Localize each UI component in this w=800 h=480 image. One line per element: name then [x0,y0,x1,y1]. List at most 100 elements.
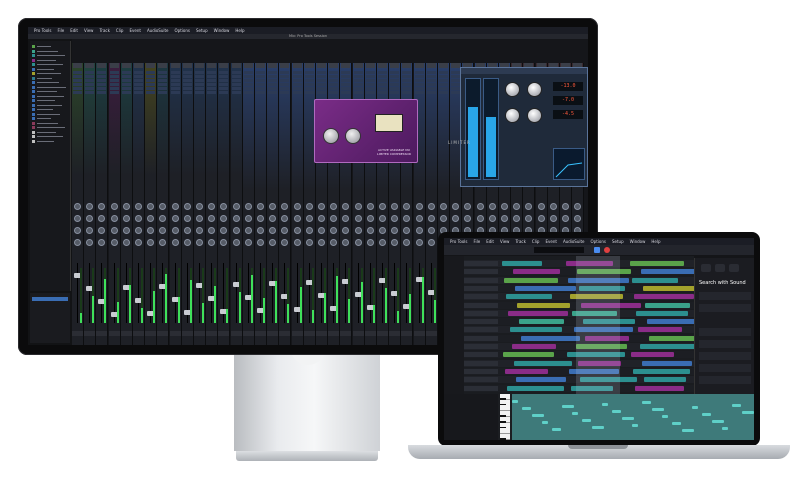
audio-clip[interactable] [644,377,686,383]
pan-knob[interactable] [488,203,496,210]
insert-slot[interactable] [426,87,436,90]
pan-knob[interactable] [135,227,142,234]
pan-knob[interactable] [220,215,228,222]
pan-knob[interactable] [330,203,338,210]
pan-knob[interactable] [476,203,484,210]
insert-slot[interactable] [390,75,400,78]
midi-note[interactable] [732,404,741,407]
pan-knob[interactable] [183,203,191,210]
insert-slot[interactable] [182,83,192,86]
insert-slot[interactable] [329,71,339,74]
insert-slot[interactable] [207,79,217,82]
pan-knob[interactable] [354,239,362,246]
insert-slot[interactable] [268,75,278,78]
channel-strip[interactable] [145,63,158,345]
pan-knob[interactable] [293,203,301,210]
audio-clip[interactable] [645,302,690,308]
pan-knob[interactable] [171,203,179,210]
insert-slot[interactable] [402,79,412,82]
result-item[interactable] [699,364,751,372]
track-header[interactable] [464,377,498,383]
channel-strip[interactable] [206,63,219,345]
menu-item[interactable]: Track [515,239,525,244]
pan-knob[interactable] [74,227,81,234]
track-list-row[interactable] [32,135,68,138]
track-list-row[interactable] [32,58,68,62]
pan-knob[interactable] [354,203,362,210]
midi-note[interactable] [562,405,574,408]
insert-slot[interactable] [280,91,290,94]
pan-knob[interactable] [183,227,191,234]
insert-slot[interactable] [402,75,412,78]
insert-slot[interactable] [402,83,412,86]
pan-knob[interactable] [110,215,118,222]
ratio-knob[interactable] [505,108,520,123]
insert-slot[interactable] [109,71,119,74]
audio-clip[interactable] [508,310,568,316]
insert-slot[interactable] [121,87,131,90]
insert-slot[interactable] [280,71,290,74]
pan-knob[interactable] [86,215,94,222]
pan-knob[interactable] [525,203,533,210]
insert-slot[interactable] [439,91,448,94]
insert-slot[interactable] [231,71,241,74]
insert-slot[interactable] [329,83,339,86]
track-list-row[interactable] [32,85,68,89]
midi-note[interactable] [702,413,711,416]
track-header[interactable] [464,285,498,291]
insert-slot[interactable] [134,71,143,74]
pan-knob[interactable] [98,227,106,234]
channel-strip[interactable] [120,63,133,345]
insert-slot[interactable] [378,91,387,94]
panel-tab-2[interactable] [715,264,725,272]
midi-note[interactable] [742,411,754,414]
pan-knob[interactable] [110,227,118,234]
insert-slot[interactable] [195,91,204,94]
insert-slot[interactable] [219,71,229,74]
insert-slot[interactable] [109,75,119,78]
insert-slot[interactable] [304,83,314,86]
pan-knob[interactable] [549,203,557,210]
pan-knob[interactable] [269,203,277,210]
insert-slot[interactable] [414,83,424,86]
insert-slot[interactable] [231,83,241,86]
insert-slot[interactable] [426,75,436,78]
insert-slot[interactable] [207,91,217,94]
audio-clip[interactable] [519,319,564,325]
channel-strip[interactable] [181,63,194,345]
insert-slot[interactable] [134,83,143,86]
insert-slot[interactable] [451,91,461,94]
insert-slot[interactable] [304,87,314,90]
insert-slot[interactable] [256,91,265,94]
insert-slot[interactable] [426,83,436,86]
insert-slot[interactable] [341,87,351,90]
pan-knob[interactable] [513,203,521,210]
insert-slot[interactable] [268,83,278,86]
pan-knob[interactable] [464,203,472,210]
pan-knob[interactable] [366,227,374,234]
insert-slot[interactable] [231,79,241,82]
insert-slot[interactable] [134,75,143,78]
menu-item[interactable]: Clip [532,239,540,244]
insert-slot[interactable] [73,91,82,94]
audio-clip[interactable] [638,327,682,333]
pan-knob[interactable] [281,203,289,210]
menu-item[interactable]: Window [214,28,230,33]
insert-slot[interactable] [439,71,448,74]
pan-knob[interactable] [110,239,118,246]
insert-slot[interactable] [256,83,265,86]
insert-slot[interactable] [207,71,217,74]
insert-slot[interactable] [73,83,82,86]
midi-note[interactable] [722,427,728,430]
pan-knob[interactable] [330,215,338,222]
pan-knob[interactable] [257,203,264,210]
pan-knob[interactable] [354,227,362,234]
insert-slot[interactable] [341,71,351,74]
channel-strip[interactable] [267,63,280,345]
channel-strip[interactable] [133,63,145,345]
pan-knob[interactable] [110,203,118,210]
insert-slot[interactable] [207,83,217,86]
threshold-knob[interactable] [345,128,361,144]
channel-strip[interactable] [279,63,292,345]
pan-knob[interactable] [305,203,313,210]
